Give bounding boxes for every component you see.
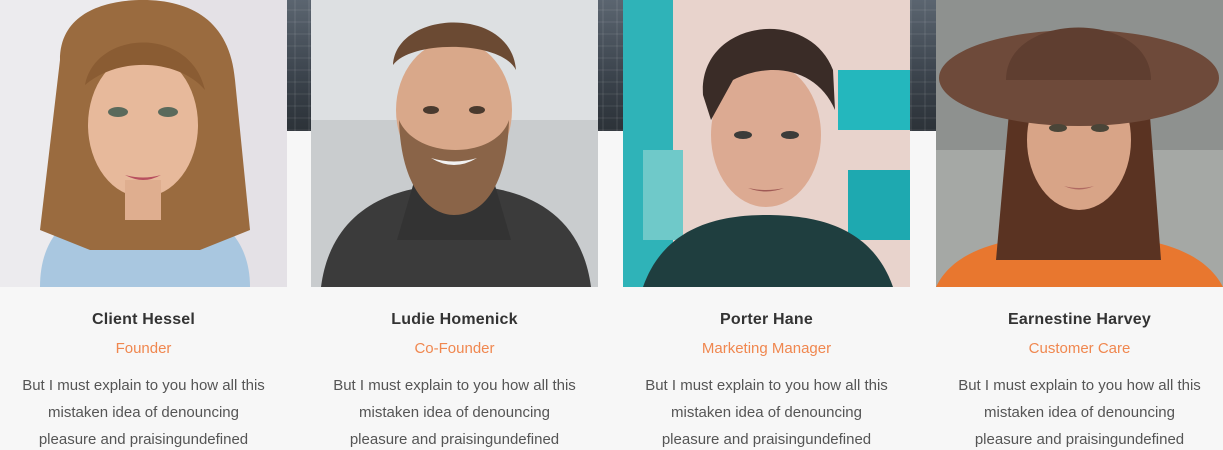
member-name: Client Hessel [91, 311, 196, 328]
member-name: Porter Hane [720, 311, 813, 328]
bio-line: mistaken idea of denouncing [48, 404, 239, 421]
bio-line: pleasure and praisingundefined [661, 431, 872, 448]
member-role: Customer Care [1028, 340, 1131, 357]
member-bio: But I must explain to you how all this m… [936, 372, 1223, 450]
team-member-card: Porter Hane Marketing Manager But I must… [623, 0, 910, 450]
member-bio: But I must explain to you how all this m… [623, 372, 910, 450]
bio-line: But I must explain to you how all this [958, 377, 1201, 394]
member-name: Earnestine Harvey [1007, 311, 1152, 328]
bio-line: But I must explain to you how all this [645, 377, 888, 394]
bio-line: pleasure and praisingundefined [38, 431, 249, 448]
member-bio: But I must explain to you how all this m… [0, 372, 287, 450]
bio-line: mistaken idea of denouncing [984, 404, 1175, 421]
member-name: Ludie Homenick [391, 311, 518, 328]
bearded-man-portrait-photo [311, 0, 598, 287]
team-section: Client Hessel Founder But I must explain… [0, 0, 1223, 450]
bio-line: But I must explain to you how all this [22, 377, 265, 394]
member-role: Founder [115, 340, 172, 357]
team-member-card: Ludie Homenick Co-Founder But I must exp… [311, 0, 598, 450]
team-grid: Client Hessel Founder But I must explain… [0, 0, 1223, 450]
member-role: Marketing Manager [701, 340, 832, 357]
team-member-card: Earnestine Harvey Customer Care But I mu… [936, 0, 1223, 450]
bio-line: mistaken idea of denouncing [359, 404, 550, 421]
member-bio: But I must explain to you how all this m… [311, 372, 598, 450]
young-man-portrait-photo [623, 0, 910, 287]
bio-line: But I must explain to you how all this [333, 377, 576, 394]
woman-hat-portrait-photo [936, 0, 1223, 287]
bio-line: pleasure and praisingundefined [349, 431, 560, 448]
bio-line: pleasure and praisingundefined [974, 431, 1185, 448]
woman-portrait-photo [0, 0, 287, 287]
team-member-card: Client Hessel Founder But I must explain… [0, 0, 287, 450]
bio-line: mistaken idea of denouncing [671, 404, 862, 421]
member-role: Co-Founder [414, 340, 495, 357]
